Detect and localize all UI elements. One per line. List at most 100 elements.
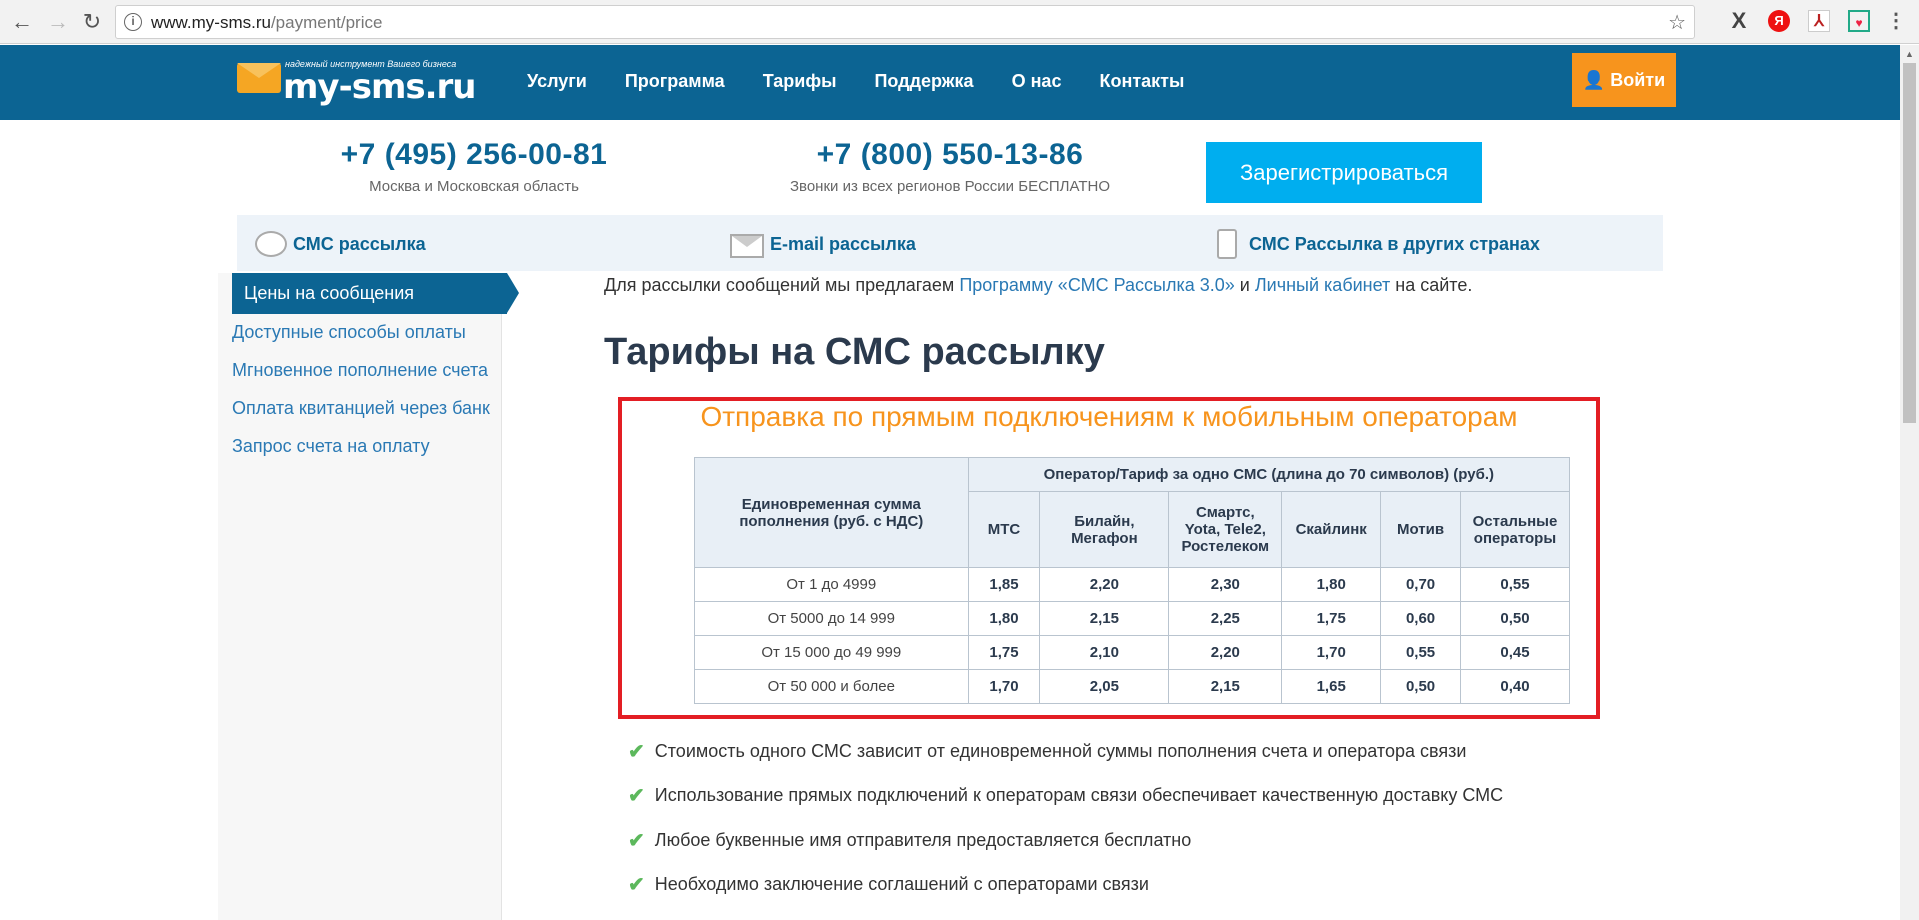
user-icon: 👤 bbox=[1582, 70, 1611, 90]
register-button[interactable]: Зарегистрироваться bbox=[1206, 142, 1482, 203]
service-sms[interactable]: СМС рассылка bbox=[255, 229, 426, 259]
chat-bubble-icon bbox=[255, 231, 287, 257]
checkmark-icon: ✔ bbox=[628, 829, 645, 852]
checkmark-icon: ✔ bbox=[628, 740, 645, 763]
login-label: Войти bbox=[1610, 70, 1666, 90]
table-row: От 50 000 и более 1,70 2,05 2,15 1,65 0,… bbox=[694, 669, 1571, 704]
price-cell: 1,80 bbox=[1281, 567, 1382, 602]
price-cell: 1,70 bbox=[1281, 635, 1382, 670]
intro-mid: и bbox=[1234, 275, 1255, 295]
checkmark-icon: ✔ bbox=[628, 785, 645, 808]
menu-item-services[interactable]: Услуги bbox=[527, 71, 587, 92]
list-item: ✔ Любое буквенные имя отправителя предос… bbox=[628, 818, 1503, 863]
program-link[interactable]: Программу «СМС Рассылка 3.0» bbox=[959, 275, 1234, 295]
pocket-extension-icon[interactable]: ♥ bbox=[1848, 10, 1870, 32]
forward-arrow-icon[interactable]: → bbox=[46, 10, 70, 34]
intro-text: Для рассылки сообщений мы предлагаем Про… bbox=[604, 275, 1472, 296]
service-email[interactable]: E-mail рассылка bbox=[730, 229, 916, 259]
sidebar-item-bank-receipt[interactable]: Оплата квитанцией через банк bbox=[232, 398, 490, 419]
feature-text: Необходимо заключение соглашений с опера… bbox=[654, 874, 1149, 895]
price-cell: 0,60 bbox=[1380, 601, 1461, 636]
price-cell: 0,50 bbox=[1380, 669, 1461, 704]
price-cell: 1,80 bbox=[967, 601, 1041, 636]
checkmark-icon: ✔ bbox=[628, 874, 645, 897]
url-text[interactable]: www.my-sms.ru/payment/price bbox=[151, 13, 382, 33]
range-cell: От 1 до 4999 bbox=[694, 567, 969, 602]
yandex-extension-icon[interactable]: Я bbox=[1768, 10, 1790, 32]
intro-end: на сайте. bbox=[1390, 275, 1473, 295]
page-title: Тарифы на СМС рассылку bbox=[604, 331, 1105, 373]
browser-toolbar: ← → ↻ i www.my-sms.ru/payment/price ☆ X … bbox=[0, 0, 1919, 44]
list-item: ✔ Использование прямых подключений к опе… bbox=[628, 774, 1503, 819]
logo-name: my-sms.ru bbox=[283, 67, 476, 107]
phone-number[interactable]: +7 (800) 550-13-86 bbox=[770, 138, 1130, 172]
price-cell: 2,20 bbox=[1168, 635, 1283, 670]
table-row: От 5000 до 14 999 1,80 2,15 2,25 1,75 0,… bbox=[694, 601, 1571, 636]
price-cell: 2,30 bbox=[1168, 567, 1283, 602]
cabinet-link[interactable]: Личный кабинет bbox=[1255, 275, 1390, 295]
price-cell: 1,75 bbox=[1281, 601, 1382, 636]
range-cell: От 15 000 до 49 999 bbox=[694, 635, 969, 670]
menu-item-tariffs[interactable]: Тарифы bbox=[763, 71, 837, 92]
menu-item-about[interactable]: О нас bbox=[1012, 71, 1062, 92]
phone-moscow: +7 (495) 256-00-81 Москва и Московская о… bbox=[318, 138, 630, 195]
operator-beeline-megafon: Билайн, Мегафон bbox=[1039, 491, 1170, 568]
price-cell: 1,85 bbox=[967, 567, 1041, 602]
list-item: ✔ Стоимость одного СМС зависит от единов… bbox=[628, 729, 1503, 774]
price-table: Единовременная сумма пополнения (руб. с … bbox=[694, 457, 1571, 704]
frame-title: Отправка по прямым подключениям к мобиль… bbox=[700, 401, 1518, 432]
operator-header: Оператор/Тариф за одно СМС (длина до 70 … bbox=[967, 457, 1571, 492]
price-cell: 2,10 bbox=[1039, 635, 1170, 670]
menu-item-contacts[interactable]: Контакты bbox=[1099, 71, 1184, 92]
price-cell: 1,65 bbox=[1281, 669, 1382, 704]
menu-item-support[interactable]: Поддержка bbox=[874, 71, 973, 92]
url-domain: www.my-sms.ru bbox=[151, 13, 271, 32]
phone-note: Москва и Московская область bbox=[369, 178, 579, 195]
price-cell: 2,25 bbox=[1168, 601, 1283, 636]
feature-text: Любое буквенные имя отправителя предоста… bbox=[654, 829, 1192, 850]
extension-x-icon[interactable]: X bbox=[1728, 10, 1750, 32]
pdf-extension-icon[interactable]: ⅄ bbox=[1808, 10, 1830, 32]
list-item: ✔ Необходимо заключение соглашений с опе… bbox=[628, 863, 1503, 908]
operator-motiv: Мотив bbox=[1380, 491, 1461, 568]
login-button[interactable]: 👤 Войти bbox=[1572, 53, 1676, 107]
back-arrow-icon[interactable]: ← bbox=[10, 10, 34, 34]
table-row: От 15 000 до 49 999 1,75 2,10 2,20 1,70 … bbox=[694, 635, 1571, 670]
price-cell: 2,05 bbox=[1039, 669, 1170, 704]
service-international[interactable]: СМС Рассылка в других странах bbox=[1211, 229, 1540, 259]
scroll-thumb[interactable] bbox=[1903, 63, 1916, 423]
phone-number[interactable]: +7 (495) 256-00-81 bbox=[318, 138, 630, 172]
bookmark-star-icon[interactable]: ☆ bbox=[1668, 10, 1686, 35]
main-menu: Услуги Программа Тарифы Поддержка О нас … bbox=[527, 71, 1222, 92]
browser-menu-icon[interactable]: ⋮ bbox=[1885, 10, 1907, 32]
info-icon[interactable]: i bbox=[124, 13, 142, 31]
menu-item-program[interactable]: Программа bbox=[625, 71, 725, 92]
site-logo[interactable]: надежный инструмент Вашего бизнеса my-sm… bbox=[237, 59, 491, 107]
page-scrollbar[interactable]: ▲ bbox=[1900, 45, 1919, 920]
site-header: надежный инструмент Вашего бизнеса my-sm… bbox=[0, 45, 1900, 120]
reload-icon[interactable]: ↻ bbox=[80, 10, 104, 34]
sidebar-item-prices[interactable]: Цены на сообщения bbox=[232, 273, 519, 314]
feature-text: Использование прямых подключений к опера… bbox=[654, 785, 1504, 806]
operator-smarts-yota-tele2: Смартс, Yota, Tele2, Ростелеком bbox=[1168, 491, 1283, 568]
price-cell: 2,15 bbox=[1039, 601, 1170, 636]
operator-skylink: Скайлинк bbox=[1281, 491, 1382, 568]
phone-note: Звонки из всех регионов России БЕСПЛАТНО bbox=[789, 178, 1111, 195]
envelope-logo-icon bbox=[237, 63, 281, 93]
feature-list: ✔ Стоимость одного СМС зависит от единов… bbox=[628, 729, 1503, 907]
mobile-phone-icon bbox=[1217, 229, 1237, 259]
price-cell: 0,40 bbox=[1459, 669, 1571, 704]
address-bar[interactable]: i www.my-sms.ru/payment/price ☆ bbox=[115, 5, 1695, 39]
sidebar-item-payment-methods[interactable]: Доступные способы оплаты bbox=[232, 322, 466, 343]
price-cell: 1,70 bbox=[967, 669, 1041, 704]
sidebar-item-instant-topup[interactable]: Мгновенное пополнение счета bbox=[232, 360, 488, 381]
price-cell: 2,20 bbox=[1039, 567, 1170, 602]
price-cell: 0,70 bbox=[1380, 567, 1461, 602]
range-cell: От 50 000 и более bbox=[694, 669, 969, 704]
price-cell: 0,55 bbox=[1459, 567, 1571, 602]
service-label: E-mail рассылка bbox=[770, 233, 916, 254]
price-cell: 0,50 bbox=[1459, 601, 1571, 636]
scroll-up-icon[interactable]: ▲ bbox=[1905, 49, 1914, 59]
operator-mts: МТС bbox=[967, 491, 1041, 568]
sidebar-item-invoice-request[interactable]: Запрос счета на оплату bbox=[232, 436, 430, 457]
